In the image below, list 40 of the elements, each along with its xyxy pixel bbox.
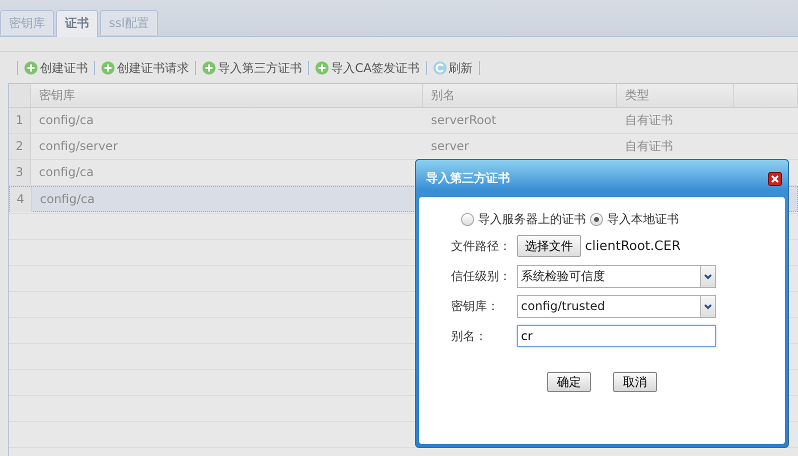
plus-icon	[24, 61, 38, 75]
toolbar-button[interactable]: 刷新	[432, 58, 474, 78]
plus-icon	[101, 61, 115, 75]
field-label: 别名：	[450, 328, 488, 344]
row-number: 4	[10, 187, 32, 212]
row-number: 2	[9, 134, 31, 159]
row-number: 3	[9, 160, 31, 185]
dropdown[interactable]: config/trusted	[517, 294, 716, 318]
table-cell-text: config/ca	[38, 164, 95, 181]
table-cell-text: config/server	[38, 138, 119, 155]
toolbar-button[interactable]: 创建证书	[23, 58, 89, 78]
dialog-title: 导入第三方证书	[426, 170, 510, 187]
dialog-button[interactable]: 确定	[547, 372, 591, 392]
table-cell-text: server	[430, 138, 470, 155]
radio-option[interactable]: 导入本地证书	[590, 211, 679, 228]
toolbar-button[interactable]: 导入CA签发证书	[314, 58, 421, 78]
tab[interactable]: 证书	[56, 10, 98, 37]
field-label: 文件路径：	[450, 238, 512, 254]
toolbar-button[interactable]: 导入第三方证书	[201, 58, 303, 78]
input-field[interactable]: cr	[517, 325, 716, 347]
dropdown-caret-icon[interactable]	[700, 266, 715, 286]
file-name: clientRoot.CER	[585, 238, 681, 254]
table-cell-text: serverRoot	[430, 112, 498, 129]
table-cell-text: 自有证书	[624, 112, 674, 129]
table-cell-text: config/ca	[38, 112, 95, 129]
toolbar-button[interactable]: 创建证书请求	[100, 58, 190, 78]
refresh-icon	[432, 61, 447, 75]
table-cell-text: 自有证书	[624, 138, 674, 155]
dropdown[interactable]: 系统检验可信度	[517, 264, 716, 288]
plus-icon	[202, 61, 216, 75]
dropdown-caret-icon[interactable]	[700, 296, 715, 316]
table-cell-text: config/ca	[39, 191, 96, 208]
choose-file-button[interactable]: 选择文件	[517, 235, 581, 257]
row-number: 1	[9, 108, 31, 133]
field-label: 密钥库：	[450, 298, 500, 314]
radio-option[interactable]: 导入服务器上的证书	[461, 211, 586, 228]
dialog-button[interactable]: 取消	[613, 372, 657, 392]
plus-icon	[315, 61, 329, 75]
close-icon[interactable]	[768, 172, 782, 186]
field-label: 信任级别：	[450, 268, 512, 284]
